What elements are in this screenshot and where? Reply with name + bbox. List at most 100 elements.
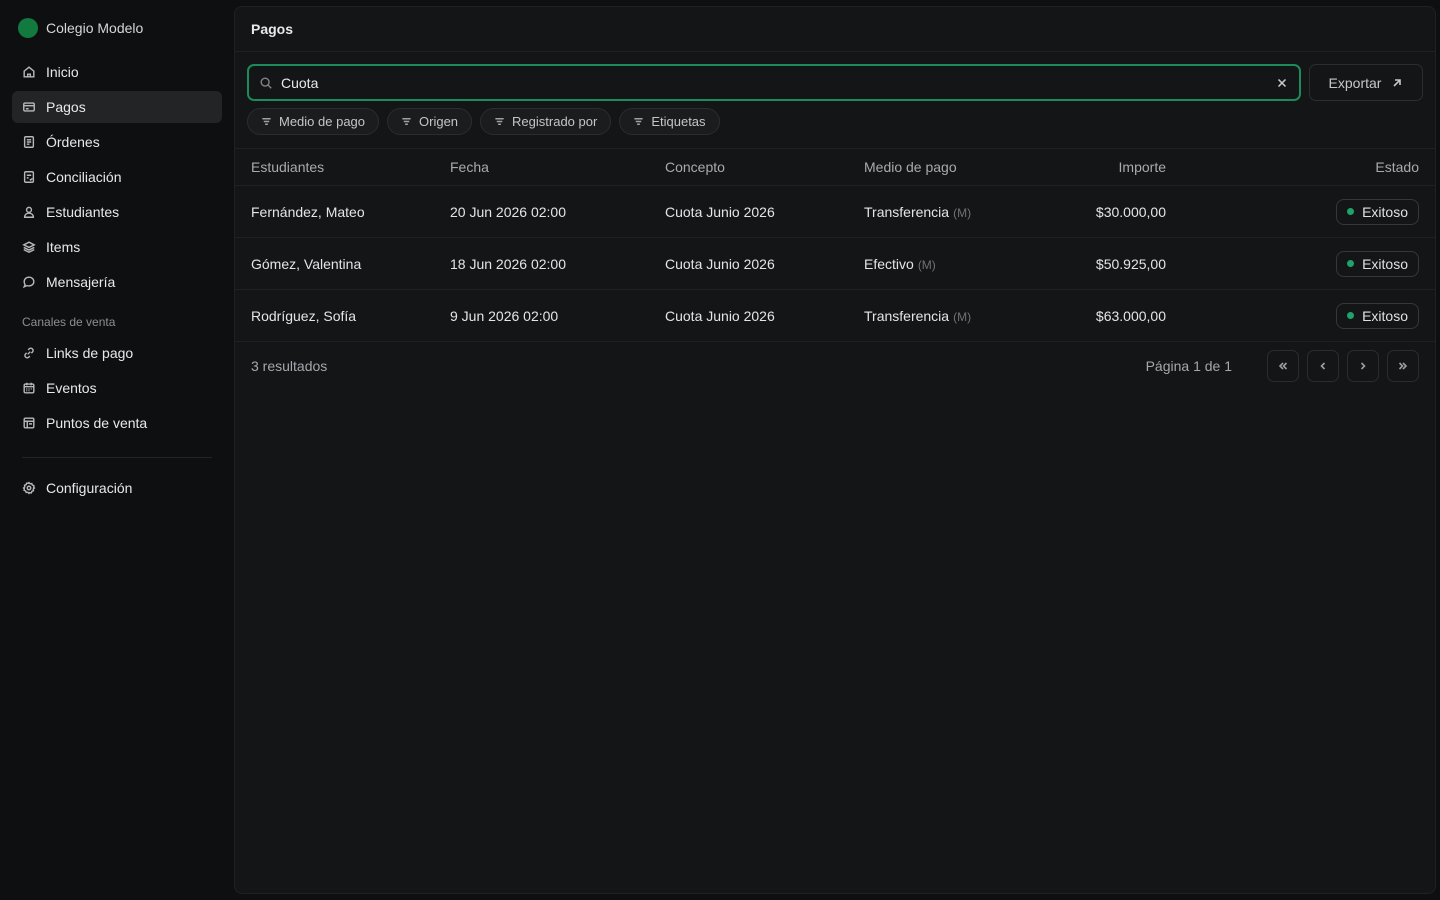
first-page-button[interactable] bbox=[1267, 350, 1299, 382]
card-icon bbox=[23, 102, 35, 112]
export-button[interactable]: Exportar bbox=[1309, 64, 1423, 101]
sidebar: Colegio Modelo Inicio Pagos Órdenes Conc… bbox=[0, 0, 234, 900]
brand-name: Colegio Modelo bbox=[46, 20, 144, 36]
column-header[interactable]: Concepto bbox=[665, 159, 864, 175]
close-icon[interactable] bbox=[1275, 76, 1289, 90]
filter-label: Origen bbox=[419, 114, 459, 129]
sidebar-item-puntos-de-venta[interactable]: Puntos de venta bbox=[12, 407, 222, 439]
search-input[interactable] bbox=[281, 74, 1267, 91]
filter-registrado-por[interactable]: Registrado por bbox=[480, 108, 612, 135]
table-row[interactable]: Gómez, Valentina 18 Jun 2026 02:00 Cuota… bbox=[235, 238, 1435, 290]
table-row[interactable]: Rodríguez, Sofía 9 Jun 2026 02:00 Cuota … bbox=[235, 290, 1435, 342]
sidebar-item-label: Mensajería bbox=[46, 274, 116, 290]
link-icon bbox=[24, 347, 34, 359]
prev-page-button[interactable] bbox=[1307, 350, 1339, 382]
search-box[interactable] bbox=[247, 64, 1301, 101]
method-label: Efectivo bbox=[864, 255, 914, 272]
status-badge: Exitoso bbox=[1336, 250, 1419, 277]
cell-date: 20 Jun 2026 02:00 bbox=[450, 203, 566, 220]
sidebar-divider bbox=[22, 457, 212, 458]
status-badge: Exitoso bbox=[1336, 302, 1419, 329]
method-tag: (M) bbox=[953, 309, 972, 324]
sidebar-item-label: Puntos de venta bbox=[46, 415, 148, 431]
cell-amount: $50.925,00 bbox=[1095, 255, 1166, 272]
chevrons-left-icon bbox=[1278, 362, 1288, 370]
sidebar-item-label: Inicio bbox=[46, 64, 79, 80]
page-title: Pagos bbox=[235, 7, 1435, 52]
sidebar-item-configuracion[interactable]: Configuración bbox=[12, 472, 222, 504]
sidebar-item-label: Conciliación bbox=[46, 169, 122, 185]
method-label: Transferencia bbox=[864, 307, 950, 324]
cell-method: Efectivo (M) bbox=[864, 256, 1024, 272]
cell-date: 18 Jun 2026 02:00 bbox=[450, 255, 566, 272]
store-icon bbox=[23, 417, 35, 429]
sidebar-item-items[interactable]: Items bbox=[12, 231, 222, 263]
method-label: Transferencia bbox=[864, 203, 950, 220]
filter-etiquetas[interactable]: Etiquetas bbox=[619, 108, 720, 135]
status-dot bbox=[1347, 208, 1355, 215]
sidebar-item-label: Estudiantes bbox=[46, 204, 120, 220]
payments-table: Estudiantes Fecha Concepto Medio de pago… bbox=[235, 148, 1435, 342]
main-panel: Pagos Exportar Medio de pago Origen Regi… bbox=[234, 6, 1436, 894]
column-header[interactable]: Estado bbox=[1166, 159, 1419, 175]
cell-concept: Cuota Junio 2026 bbox=[665, 203, 775, 220]
table-footer: 3 resultados Página 1 de 1 bbox=[235, 342, 1435, 390]
home-icon bbox=[23, 66, 35, 78]
cell-student: Gómez, Valentina bbox=[251, 255, 362, 272]
sidebar-item-label: Órdenes bbox=[46, 134, 100, 150]
status-badge: Exitoso bbox=[1336, 198, 1419, 225]
sidebar-item-label: Pagos bbox=[46, 99, 86, 115]
filter-medio-de-pago[interactable]: Medio de pago bbox=[247, 108, 380, 135]
last-page-button[interactable] bbox=[1387, 350, 1419, 382]
cell-status: Exitoso bbox=[1166, 302, 1419, 329]
chevron-left-icon bbox=[1320, 362, 1326, 370]
sidebar-item-ordenes[interactable]: Órdenes bbox=[12, 126, 222, 158]
chevron-right-icon bbox=[1360, 362, 1366, 370]
page-indicator: Página 1 de 1 bbox=[1145, 358, 1232, 374]
message-icon bbox=[22, 276, 35, 289]
sidebar-item-mensajeria[interactable]: Mensajería bbox=[12, 266, 222, 298]
column-header[interactable]: Importe bbox=[1024, 159, 1166, 175]
cell-status: Exitoso bbox=[1166, 198, 1419, 225]
orders-icon bbox=[23, 136, 35, 148]
cell-amount: $30.000,00 bbox=[1095, 203, 1166, 220]
chevrons-right-icon bbox=[1398, 362, 1408, 370]
cell-method: Transferencia (M) bbox=[864, 204, 1024, 220]
column-header[interactable]: Medio de pago bbox=[864, 159, 1024, 175]
brand[interactable]: Colegio Modelo bbox=[12, 0, 222, 56]
results-count: 3 resultados bbox=[251, 358, 328, 374]
filter-origen[interactable]: Origen bbox=[387, 108, 473, 135]
column-header[interactable]: Estudiantes bbox=[251, 159, 450, 175]
cell-student: Rodríguez, Sofía bbox=[251, 307, 357, 324]
brand-logo bbox=[18, 18, 38, 38]
cell-concept: Cuota Junio 2026 bbox=[665, 255, 775, 272]
reconcile-icon bbox=[23, 171, 35, 183]
sidebar-item-label: Items bbox=[46, 239, 81, 255]
sidebar-item-pagos[interactable]: Pagos bbox=[12, 91, 222, 123]
arrow-up-right-icon bbox=[1393, 78, 1402, 87]
table-row[interactable]: Fernández, Mateo 20 Jun 2026 02:00 Cuota… bbox=[235, 186, 1435, 238]
filter-bar: Medio de pago Origen Registrado por Etiq… bbox=[235, 101, 1435, 135]
sidebar-item-links-de-pago[interactable]: Links de pago bbox=[12, 337, 222, 369]
filter-icon bbox=[495, 118, 504, 125]
method-tag: (M) bbox=[953, 205, 972, 220]
filter-icon bbox=[262, 118, 271, 125]
column-header[interactable]: Fecha bbox=[450, 159, 665, 175]
cell-concept: Cuota Junio 2026 bbox=[665, 307, 775, 324]
sidebar-item-estudiantes[interactable]: Estudiantes bbox=[12, 196, 222, 228]
calendar-icon bbox=[23, 382, 35, 394]
cell-status: Exitoso bbox=[1166, 250, 1419, 277]
sidebar-item-conciliacion[interactable]: Conciliación bbox=[12, 161, 222, 193]
status-label: Exitoso bbox=[1362, 203, 1408, 220]
filter-label: Etiquetas bbox=[651, 114, 706, 129]
filter-icon bbox=[402, 118, 411, 125]
status-dot bbox=[1347, 312, 1355, 319]
sidebar-item-eventos[interactable]: Eventos bbox=[12, 372, 222, 404]
sidebar-item-inicio[interactable]: Inicio bbox=[12, 56, 222, 88]
cell-date: 9 Jun 2026 02:00 bbox=[450, 307, 559, 324]
next-page-button[interactable] bbox=[1347, 350, 1379, 382]
sidebar-item-label: Eventos bbox=[46, 380, 97, 396]
layers-icon bbox=[22, 241, 36, 254]
filter-icon bbox=[634, 118, 643, 125]
filter-label: Registrado por bbox=[512, 114, 598, 129]
